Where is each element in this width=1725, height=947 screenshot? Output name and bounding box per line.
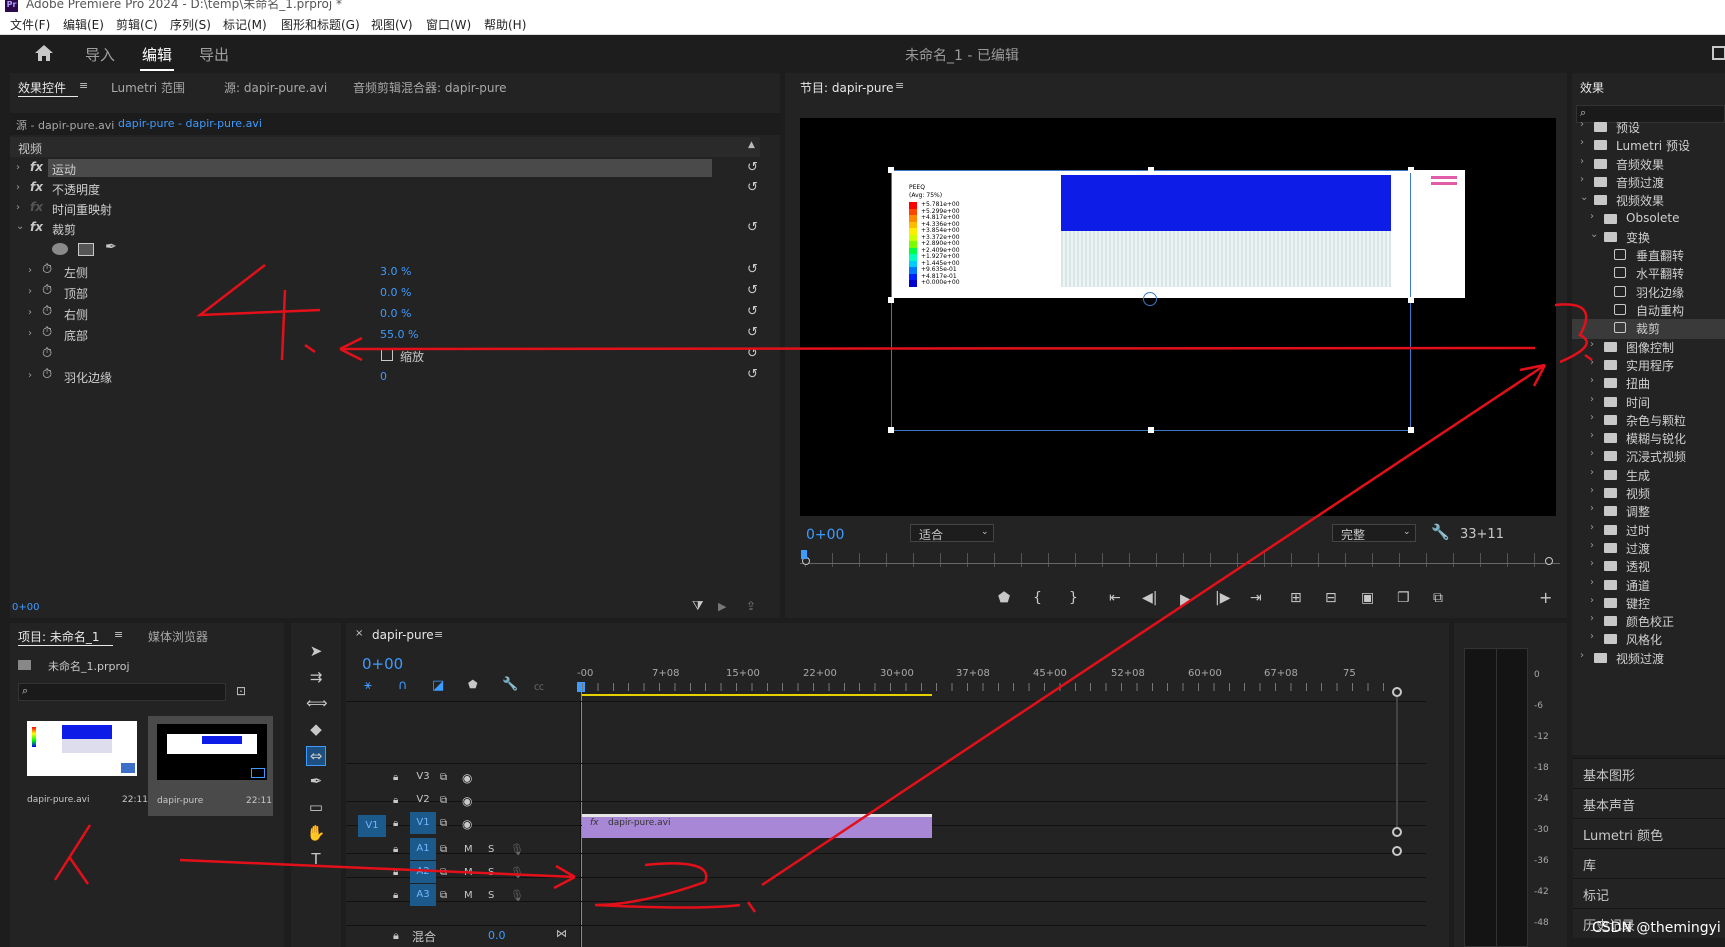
watermark: CSDN @themingyi: [1592, 920, 1721, 936]
annotation-stroke-4: [196, 264, 321, 317]
annotation-stroke-1: [53, 824, 92, 885]
annotation-arrow-2to3: [761, 363, 1546, 887]
annotation-stroke-3: [1554, 303, 1588, 364]
annotation-stroke-4: [304, 343, 316, 354]
annotation-overlay: [53, 264, 1593, 913]
annotation-arrow-1to2: [179, 858, 576, 879]
annotation-stroke-2: [594, 862, 741, 909]
annotation-arrow-3: [339, 346, 1536, 351]
annotation-stroke-3: [1584, 353, 1593, 362]
annotation-stroke-2: [746, 901, 757, 913]
annotation-stroke-4: [280, 289, 287, 361]
